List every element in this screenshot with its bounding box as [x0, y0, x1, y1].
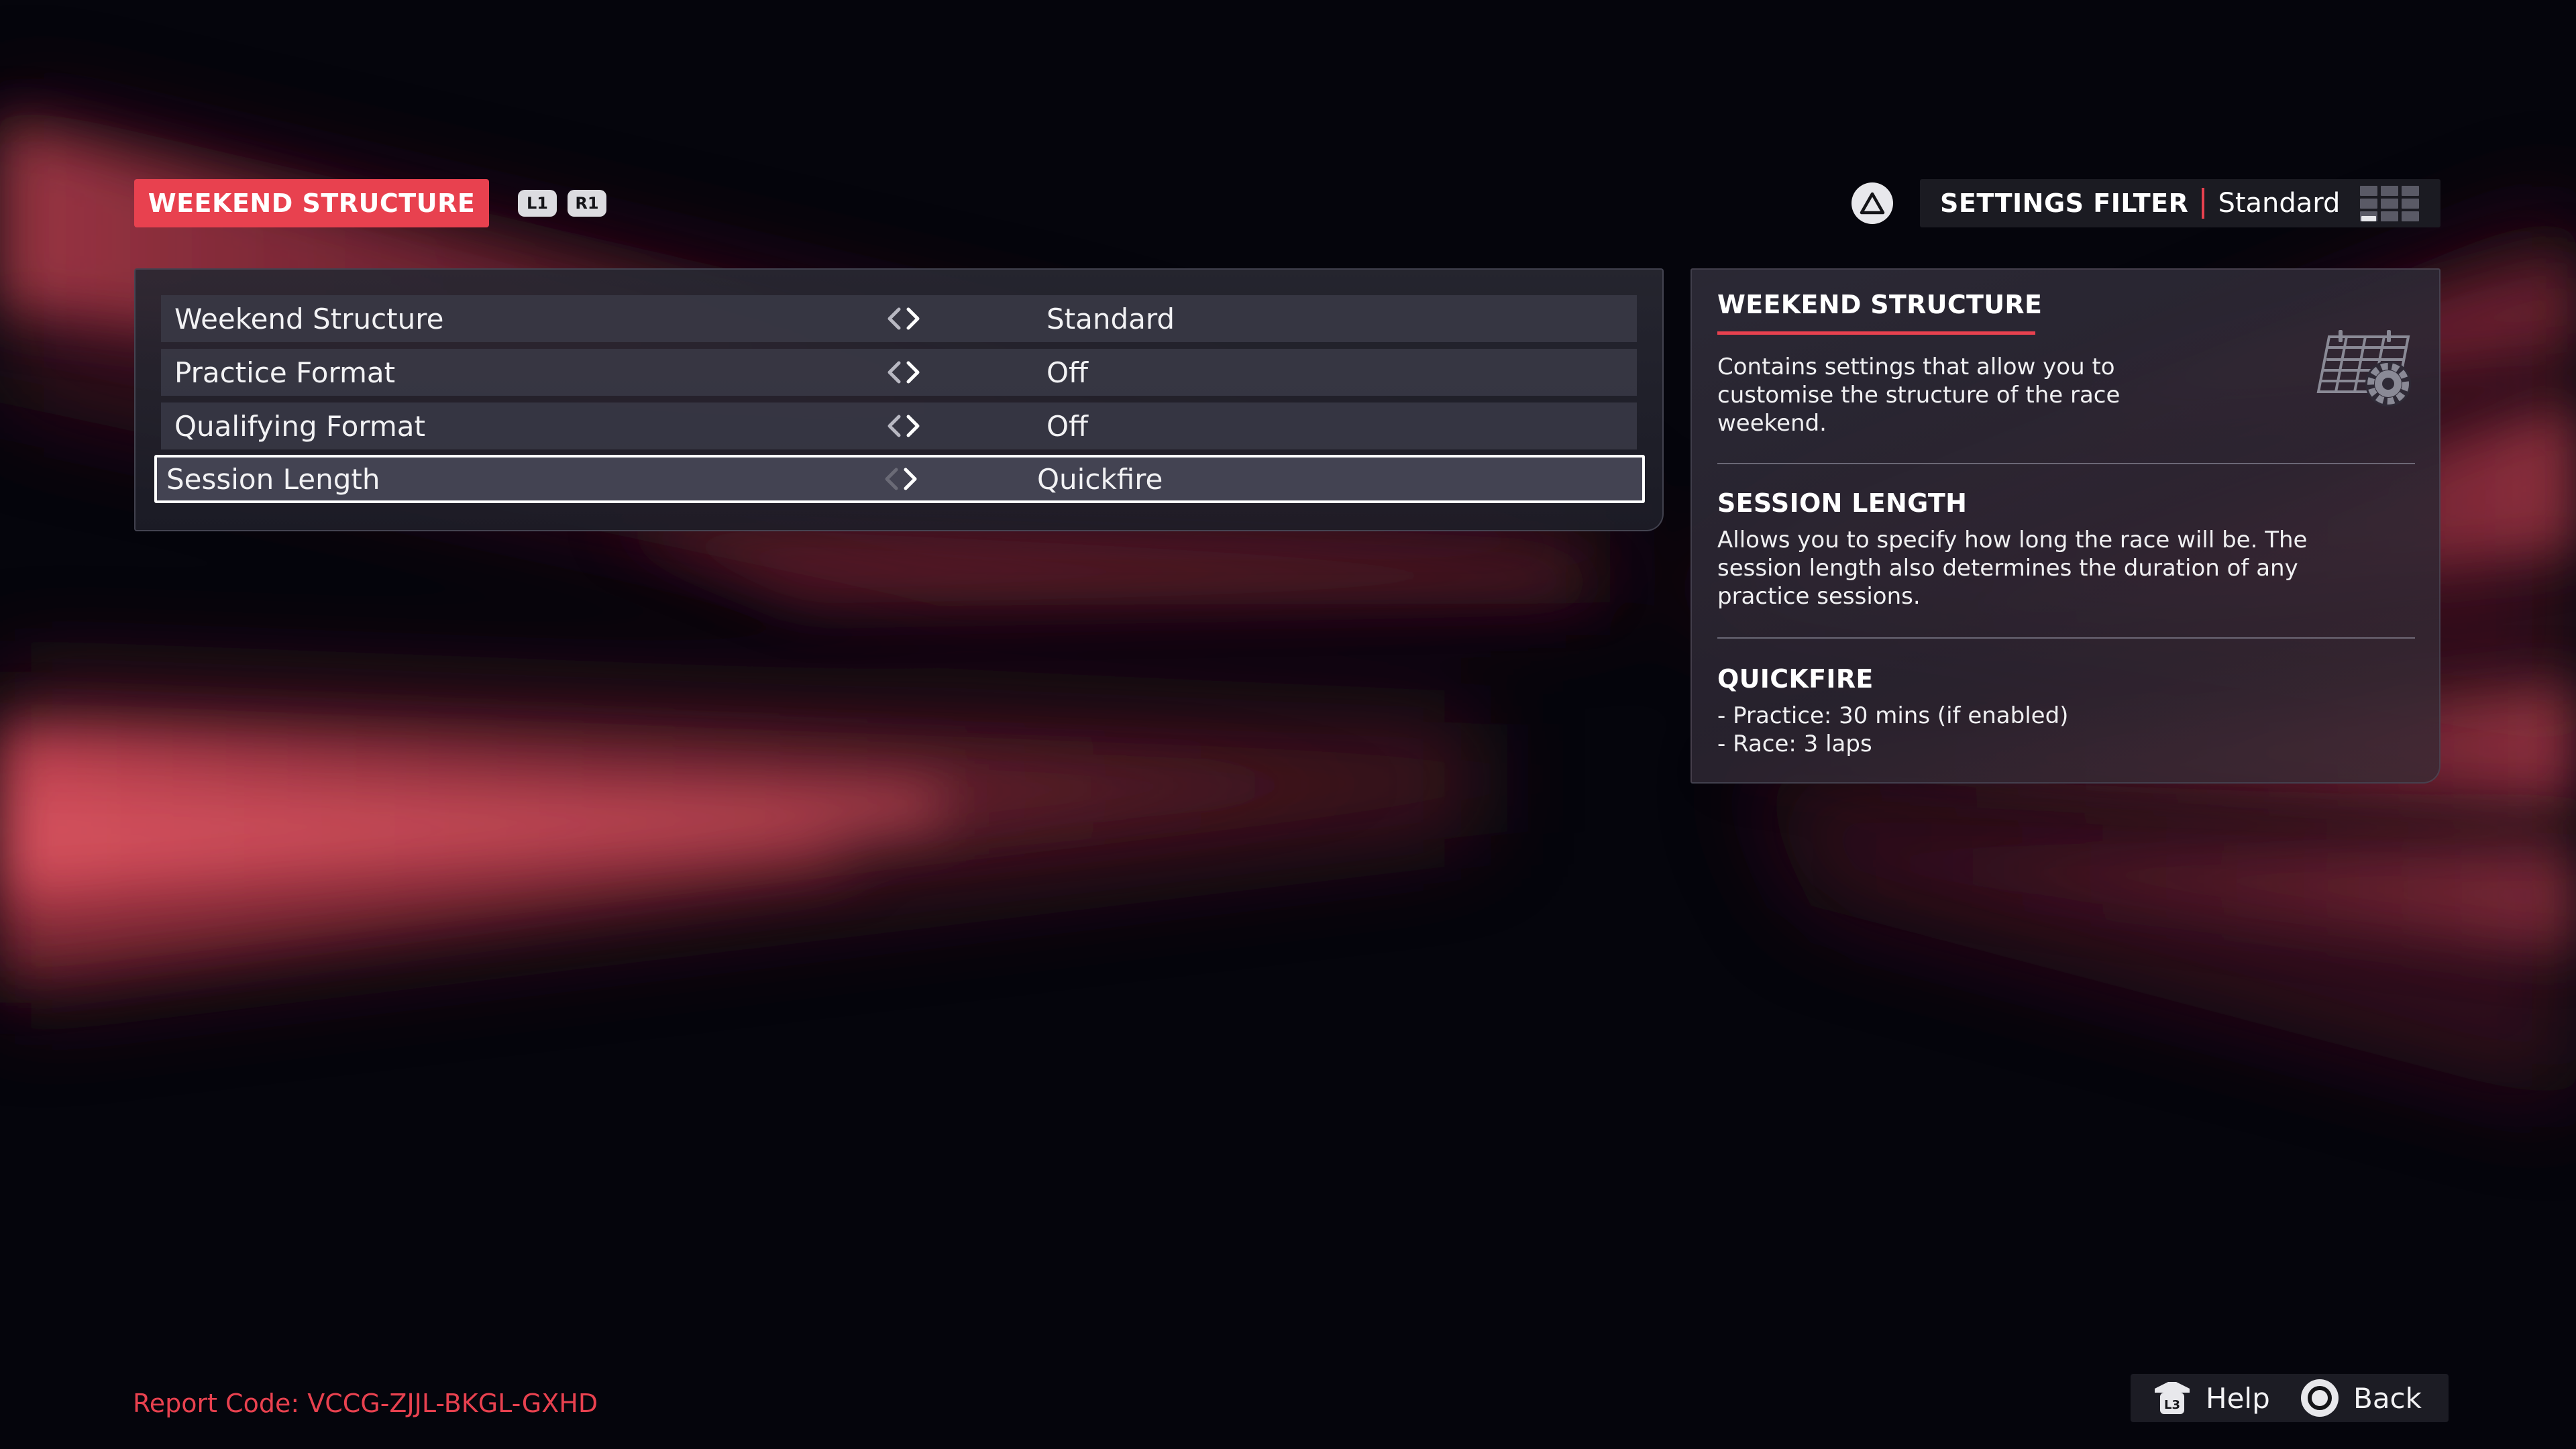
settings-filter-label: SETTINGS FILTER: [1940, 189, 2189, 218]
option-value: Off: [1046, 409, 1088, 443]
info-line: practice sessions.: [1717, 583, 1921, 610]
settings-filter[interactable]: SETTINGS FILTER Standard: [1920, 179, 2440, 227]
settings-filter-value: Standard: [2218, 188, 2341, 219]
left-right-chevrons-icon: [888, 415, 920, 437]
info-separator: [1717, 637, 2415, 639]
option-row-session-length[interactable]: Session Length Quickfire: [154, 455, 1645, 503]
option-arrows[interactable]: [877, 466, 924, 492]
option-row-practice-format[interactable]: Practice Format Off: [161, 349, 1637, 396]
tab-weekend-structure[interactable]: WEEKEND STRUCTURE: [134, 179, 489, 227]
info-description-weekend-structure: Contains settings that allow you to cust…: [1717, 353, 2120, 437]
option-value: Quickfire: [1037, 462, 1163, 496]
info-separator: [1717, 463, 2415, 464]
back-label: Back: [2353, 1381, 2422, 1415]
info-title-weekend-structure: WEEKEND STRUCTURE: [1717, 290, 2043, 319]
grid-layout-icon: [2360, 186, 2419, 221]
left-right-chevrons-icon: [888, 307, 920, 330]
option-label: Weekend Structure: [174, 302, 444, 335]
info-line: weekend.: [1717, 410, 1827, 437]
help-label: Help: [2206, 1381, 2270, 1415]
option-label: Session Length: [166, 462, 380, 496]
l3-stick-icon: L3: [2155, 1382, 2190, 1414]
info-line: session length also determines the durat…: [1717, 555, 2298, 582]
info-line: - Race: 3 laps: [1717, 731, 1872, 757]
option-label: Qualifying Format: [174, 409, 425, 443]
footer-controls: L3 Help Back: [2131, 1374, 2449, 1422]
calendar-settings-icon: [2316, 330, 2411, 407]
screen: WEEKEND STRUCTURE L1 R1 SETTINGS FILTER …: [0, 0, 2576, 1449]
info-line: - Practice: 30 mins (if enabled): [1717, 702, 2069, 729]
info-description-quickfire: - Practice: 30 mins (if enabled) - Race:…: [1717, 702, 2068, 758]
option-value: Off: [1046, 356, 1088, 389]
options-panel: Weekend Structure Standard Practice Form…: [134, 268, 1664, 531]
circle-button-icon: [2301, 1379, 2339, 1417]
info-line: customise the structure of the race: [1717, 382, 2121, 409]
info-title-underline: [1717, 331, 2035, 335]
info-line: Contains settings that allow you to: [1717, 354, 2115, 380]
option-label: Practice Format: [174, 356, 396, 389]
svg-text:L3: L3: [2164, 1398, 2180, 1412]
info-line: Allows you to specify how long the race …: [1717, 527, 2308, 553]
option-row-weekend-structure[interactable]: Weekend Structure Standard: [161, 295, 1637, 342]
option-arrows[interactable]: [880, 359, 927, 386]
option-value: Standard: [1046, 302, 1175, 335]
l1-bumper-icon[interactable]: L1: [518, 190, 557, 217]
report-code: Report Code: VCCG-ZJJL-BKGL-GXHD: [133, 1389, 598, 1418]
option-arrows[interactable]: [880, 413, 927, 439]
info-description-session-length: Allows you to specify how long the race …: [1717, 526, 2307, 610]
option-row-qualifying-format[interactable]: Qualifying Format Off: [161, 402, 1637, 449]
back-button[interactable]: Back: [2300, 1374, 2422, 1422]
info-title-session-length: SESSION LENGTH: [1717, 488, 1968, 518]
r1-bumper-icon[interactable]: R1: [568, 190, 606, 217]
left-right-chevrons-icon: [888, 361, 920, 384]
info-panel: WEEKEND STRUCTURE Contains settings that…: [1690, 268, 2440, 784]
option-arrows[interactable]: [880, 305, 927, 332]
left-right-chevrons-icon: [885, 468, 917, 490]
triangle-button-icon[interactable]: [1851, 182, 1893, 224]
triangle-glyph-icon: [1860, 192, 1885, 215]
help-button[interactable]: L3 Help: [2151, 1374, 2270, 1422]
info-title-quickfire: QUICKFIRE: [1717, 664, 1874, 694]
settings-filter-divider: [2202, 188, 2205, 219]
